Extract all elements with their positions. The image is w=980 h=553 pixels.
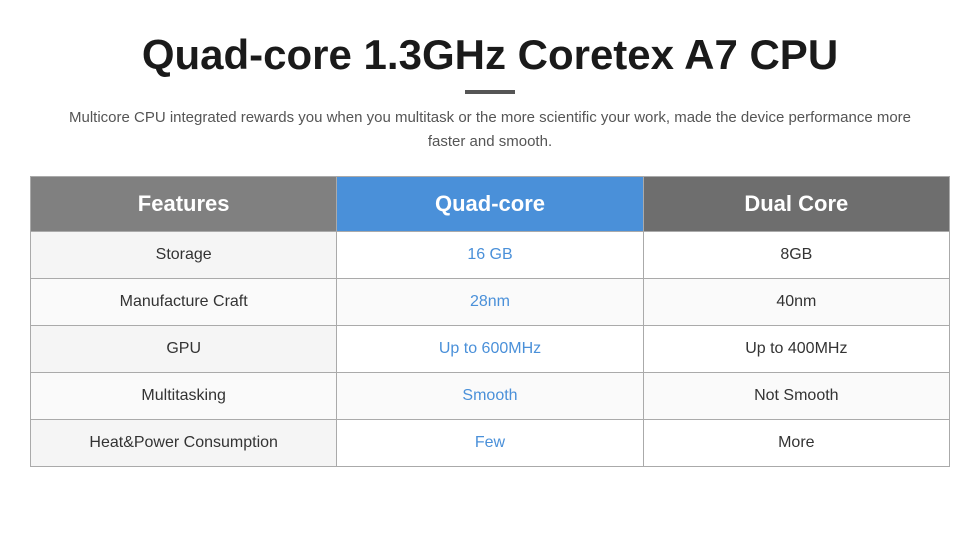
cell-feature: Manufacture Craft — [31, 279, 337, 326]
page-title: Quad-core 1.3GHz Coretex A7 CPU — [142, 30, 838, 80]
cell-quadcore-value: Smooth — [337, 373, 643, 420]
cell-dualcore-value: 40nm — [643, 279, 949, 326]
cell-feature: GPU — [31, 326, 337, 373]
table-row: Storage16 GB8GB — [31, 232, 950, 279]
cell-feature: Storage — [31, 232, 337, 279]
cell-dualcore-value: More — [643, 420, 949, 467]
subtitle: Multicore CPU integrated rewards you whe… — [60, 106, 920, 154]
column-header-features: Features — [31, 177, 337, 232]
cell-quadcore-value: Few — [337, 420, 643, 467]
table-row: Heat&Power ConsumptionFewMore — [31, 420, 950, 467]
table-row: Manufacture Craft28nm40nm — [31, 279, 950, 326]
title-divider — [465, 90, 515, 94]
table-row: MultitaskingSmoothNot Smooth — [31, 373, 950, 420]
cell-dualcore-value: Not Smooth — [643, 373, 949, 420]
table-header-row: Features Quad-core Dual Core — [31, 177, 950, 232]
comparison-table: Features Quad-core Dual Core Storage16 G… — [30, 176, 950, 467]
cell-quadcore-value: Up to 600MHz — [337, 326, 643, 373]
cell-feature: Heat&Power Consumption — [31, 420, 337, 467]
cell-quadcore-value: 28nm — [337, 279, 643, 326]
cell-quadcore-value: 16 GB — [337, 232, 643, 279]
table-row: GPUUp to 600MHzUp to 400MHz — [31, 326, 950, 373]
column-header-dualcore: Dual Core — [643, 177, 949, 232]
cell-feature: Multitasking — [31, 373, 337, 420]
cell-dualcore-value: Up to 400MHz — [643, 326, 949, 373]
cell-dualcore-value: 8GB — [643, 232, 949, 279]
column-header-quadcore: Quad-core — [337, 177, 643, 232]
